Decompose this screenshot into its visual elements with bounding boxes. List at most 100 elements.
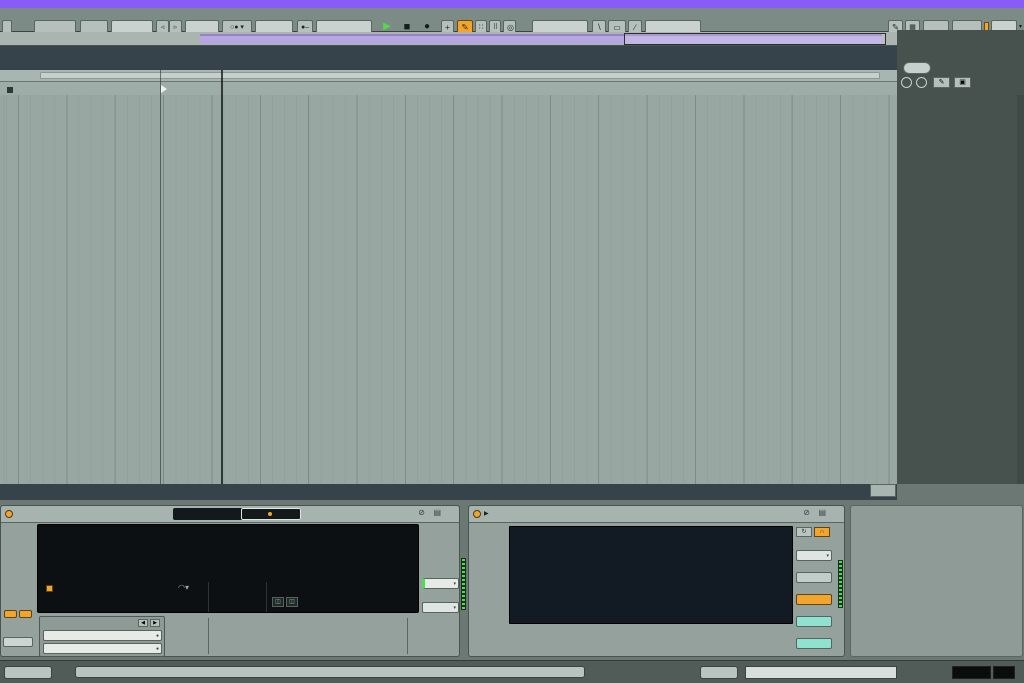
freeze-toggle-icon[interactable] xyxy=(4,610,17,618)
locator-lane[interactable] xyxy=(0,81,897,95)
tab-reverb[interactable] xyxy=(173,508,241,520)
ir-category-select[interactable]: ● xyxy=(43,630,162,641)
time-ruler[interactable] xyxy=(0,484,897,500)
record-arm-circle-icon[interactable] xyxy=(901,77,912,88)
display-divider xyxy=(208,582,209,612)
hot-swap-icon[interactable]: ⊘ xyxy=(418,508,425,517)
eq-display[interactable] xyxy=(509,526,793,624)
band-freq-control xyxy=(469,524,507,533)
save-preset-icon[interactable]: ▤ xyxy=(818,508,826,517)
fold-device-icon[interactable]: ▶ xyxy=(484,510,489,517)
clip-status-display xyxy=(993,666,1015,679)
edit-ab-button[interactable] xyxy=(796,572,832,583)
ableton-live-window: ◃ ▹ ○● ▾ ●– ▶ ■ ● + ✎ ∷ ⠿ ◎ ∖ ▭ ∕ ✎ ▦ ▾ xyxy=(0,0,1024,683)
adapt-q-toggle[interactable] xyxy=(796,594,832,605)
send-label xyxy=(1,524,35,532)
save-preset-icon[interactable]: ▤ xyxy=(433,508,441,517)
device-output-meter xyxy=(461,558,466,610)
vintage-select[interactable]: ▾ xyxy=(422,578,459,589)
prev-ir-button[interactable]: ◀ xyxy=(138,619,148,627)
clip-overview-waveform xyxy=(746,667,896,678)
track-panel xyxy=(897,30,1024,484)
vintage-label xyxy=(421,570,459,578)
ir-file-select[interactable]: ● xyxy=(43,643,162,654)
eq-curve-display xyxy=(510,527,794,625)
band-q-control xyxy=(469,610,507,611)
bass-select[interactable]: ▾ xyxy=(422,602,459,613)
locator-marker-icon[interactable] xyxy=(7,87,13,93)
arrangement-overview[interactable] xyxy=(0,32,1024,46)
record-arm-circle-icon[interactable] xyxy=(916,77,927,88)
band-gain-control xyxy=(469,566,507,575)
mode-select[interactable]: ▾ xyxy=(796,550,832,561)
damping-control xyxy=(286,614,326,623)
stereo-control xyxy=(421,525,459,534)
arrangement-clips-area[interactable] xyxy=(0,95,897,484)
feedback-label xyxy=(1,627,35,635)
device-activator-icon[interactable] xyxy=(5,510,13,518)
eq-eight-device: ▶ ⊘ ▤ ↻ ∩ ▾ xyxy=(468,505,845,657)
clip-zoom-box[interactable] xyxy=(700,666,738,679)
shape-curve-icon[interactable]: ◠▾ xyxy=(178,583,189,592)
loop-brace[interactable] xyxy=(40,72,880,79)
decay2-label xyxy=(212,614,248,622)
tide-label xyxy=(327,614,361,622)
status-bar xyxy=(0,660,1024,683)
tide-control xyxy=(327,614,361,623)
freq-label xyxy=(469,524,507,532)
rate-label xyxy=(367,614,401,622)
freeze-in-button[interactable]: ◫ xyxy=(272,597,284,607)
next-ir-button[interactable]: ▶ xyxy=(150,619,160,627)
panel-divider xyxy=(407,618,408,654)
clip-status-display xyxy=(952,666,991,679)
ir-waveform xyxy=(38,525,420,614)
transport-toolbar: ◃ ▹ ○● ▾ ●– ▶ ■ ● + ✎ ∷ ⠿ ◎ ∖ ▭ ∕ ✎ ▦ ▾ xyxy=(0,8,1024,35)
reverb-eq-tab-bar xyxy=(173,508,301,520)
scale-value[interactable] xyxy=(796,616,832,627)
convolution-ir-panel: ◀ ▶ ● ● xyxy=(39,616,165,657)
hybrid-reverb-titlebar[interactable]: ⊘ ▤ xyxy=(1,506,459,523)
clip-overview[interactable] xyxy=(745,666,897,679)
locator-line xyxy=(160,70,161,484)
eq-band-selectors xyxy=(509,627,793,655)
device-view-selector[interactable] xyxy=(4,666,52,679)
tab-eq[interactable] xyxy=(241,508,301,520)
feedback-value[interactable] xyxy=(3,637,33,647)
device-scrollbar[interactable] xyxy=(75,666,585,678)
display-divider xyxy=(266,582,267,612)
hot-swap-icon[interactable]: ⊘ xyxy=(803,508,810,517)
ir-display[interactable]: ◠▾ ◫ ◫ xyxy=(37,524,419,613)
predelay-control xyxy=(1,567,35,576)
freeze-flat-button[interactable]: ◫ xyxy=(286,597,298,607)
spectrum-toggle-icon[interactable]: ↻ xyxy=(796,527,812,537)
blend-control xyxy=(165,614,205,623)
io-camera-icon[interactable]: ▣ xyxy=(954,77,971,88)
output-gain-value[interactable] xyxy=(796,638,832,649)
bass-label xyxy=(421,594,459,602)
stereo-label xyxy=(421,525,459,533)
eq-output-meter xyxy=(838,560,843,608)
device-activator-icon[interactable] xyxy=(473,510,481,518)
playhead-line[interactable] xyxy=(221,70,223,484)
track-panel-scrollbar[interactable] xyxy=(1017,95,1024,484)
scrub-area[interactable] xyxy=(0,70,897,81)
hybrid-reverb-device: ⊘ ▤ ◠▾ ◫ ◫ ▾ ▾ ◀ ▶ ● ● xyxy=(0,505,460,657)
zoom-level-chip xyxy=(870,484,896,497)
dry-wet-label xyxy=(411,614,457,622)
eq-eight-titlebar[interactable]: ▶ ⊘ ▤ xyxy=(469,506,844,523)
damping-label xyxy=(286,614,326,622)
locator-flag-icon[interactable] xyxy=(161,85,167,93)
dry-wet-control xyxy=(411,614,457,623)
set-locator-button[interactable] xyxy=(903,62,931,74)
overview-view-rectangle[interactable] xyxy=(624,33,886,45)
decay-control xyxy=(212,614,248,623)
flat-toggle-icon[interactable] xyxy=(19,610,32,618)
device-drop-zone[interactable] xyxy=(850,505,1023,657)
send-control xyxy=(1,524,35,533)
predelay-label xyxy=(1,567,35,575)
panel-divider xyxy=(208,618,209,654)
automation-pencil-icon[interactable]: ✎ xyxy=(933,77,950,88)
attack-checkbox[interactable] xyxy=(46,585,53,592)
bar-ruler[interactable] xyxy=(0,46,897,70)
audition-headphones-icon[interactable]: ∩ xyxy=(814,527,830,537)
